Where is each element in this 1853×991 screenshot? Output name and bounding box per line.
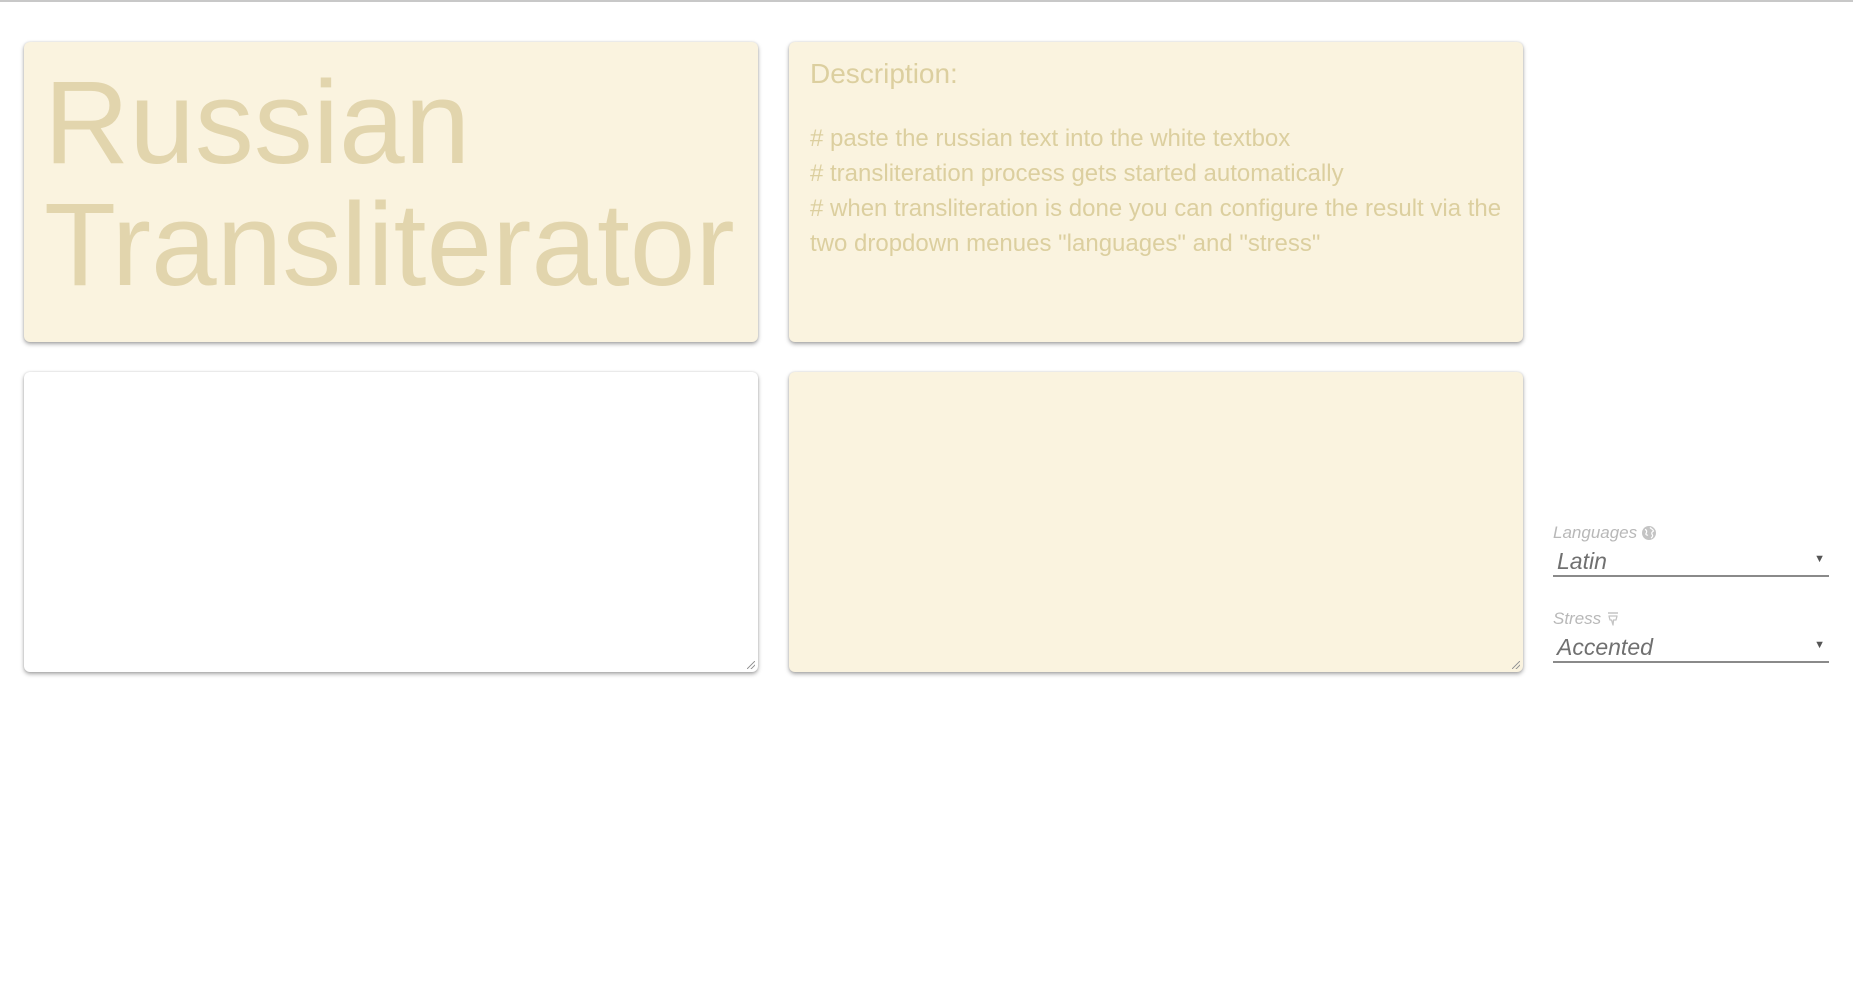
stress-label: Stress: [1553, 609, 1602, 628]
description-list: # paste the russian text into the white …: [810, 121, 1510, 261]
russian-text-input[interactable]: [24, 372, 758, 672]
input-resize-handle[interactable]: [747, 661, 755, 669]
chevron-down-icon: ▼: [1814, 639, 1825, 651]
transliteration-output[interactable]: [789, 372, 1523, 672]
languages-label: Languages: [1553, 523, 1638, 542]
app-title: Russian Transliterator: [44, 57, 735, 311]
description-heading: Description:: [810, 58, 958, 89]
languages-label-row: Languages: [1553, 522, 1829, 544]
description-line: # transliteration process gets started a…: [810, 160, 1344, 187]
title-card: Russian Transliterator: [24, 42, 758, 342]
stress-accent-icon: [1605, 611, 1621, 627]
output-resize-handle[interactable]: [1512, 661, 1520, 669]
description-line: # when transliteration is done you can c…: [810, 195, 1502, 257]
languages-dropdown[interactable]: Latin ▼: [1553, 547, 1829, 577]
stress-control: Stress Accented ▼: [1553, 608, 1829, 663]
transliteration-output-card: [789, 372, 1523, 672]
stress-dropdown[interactable]: Accented ▼: [1553, 633, 1829, 663]
stress-selected-value: Accented: [1557, 634, 1653, 660]
chevron-down-icon: ▼: [1814, 553, 1825, 565]
languages-control: Languages Latin ▼: [1553, 522, 1829, 577]
description-line: # paste the russian text into the white …: [810, 125, 1291, 152]
russian-input-card: [24, 372, 758, 672]
languages-selected-value: Latin: [1557, 548, 1607, 574]
stress-label-row: Stress: [1553, 608, 1829, 630]
description-card: Description: # paste the russian text in…: [789, 42, 1523, 342]
globe-icon: [1641, 525, 1657, 541]
top-border: [0, 0, 1853, 2]
